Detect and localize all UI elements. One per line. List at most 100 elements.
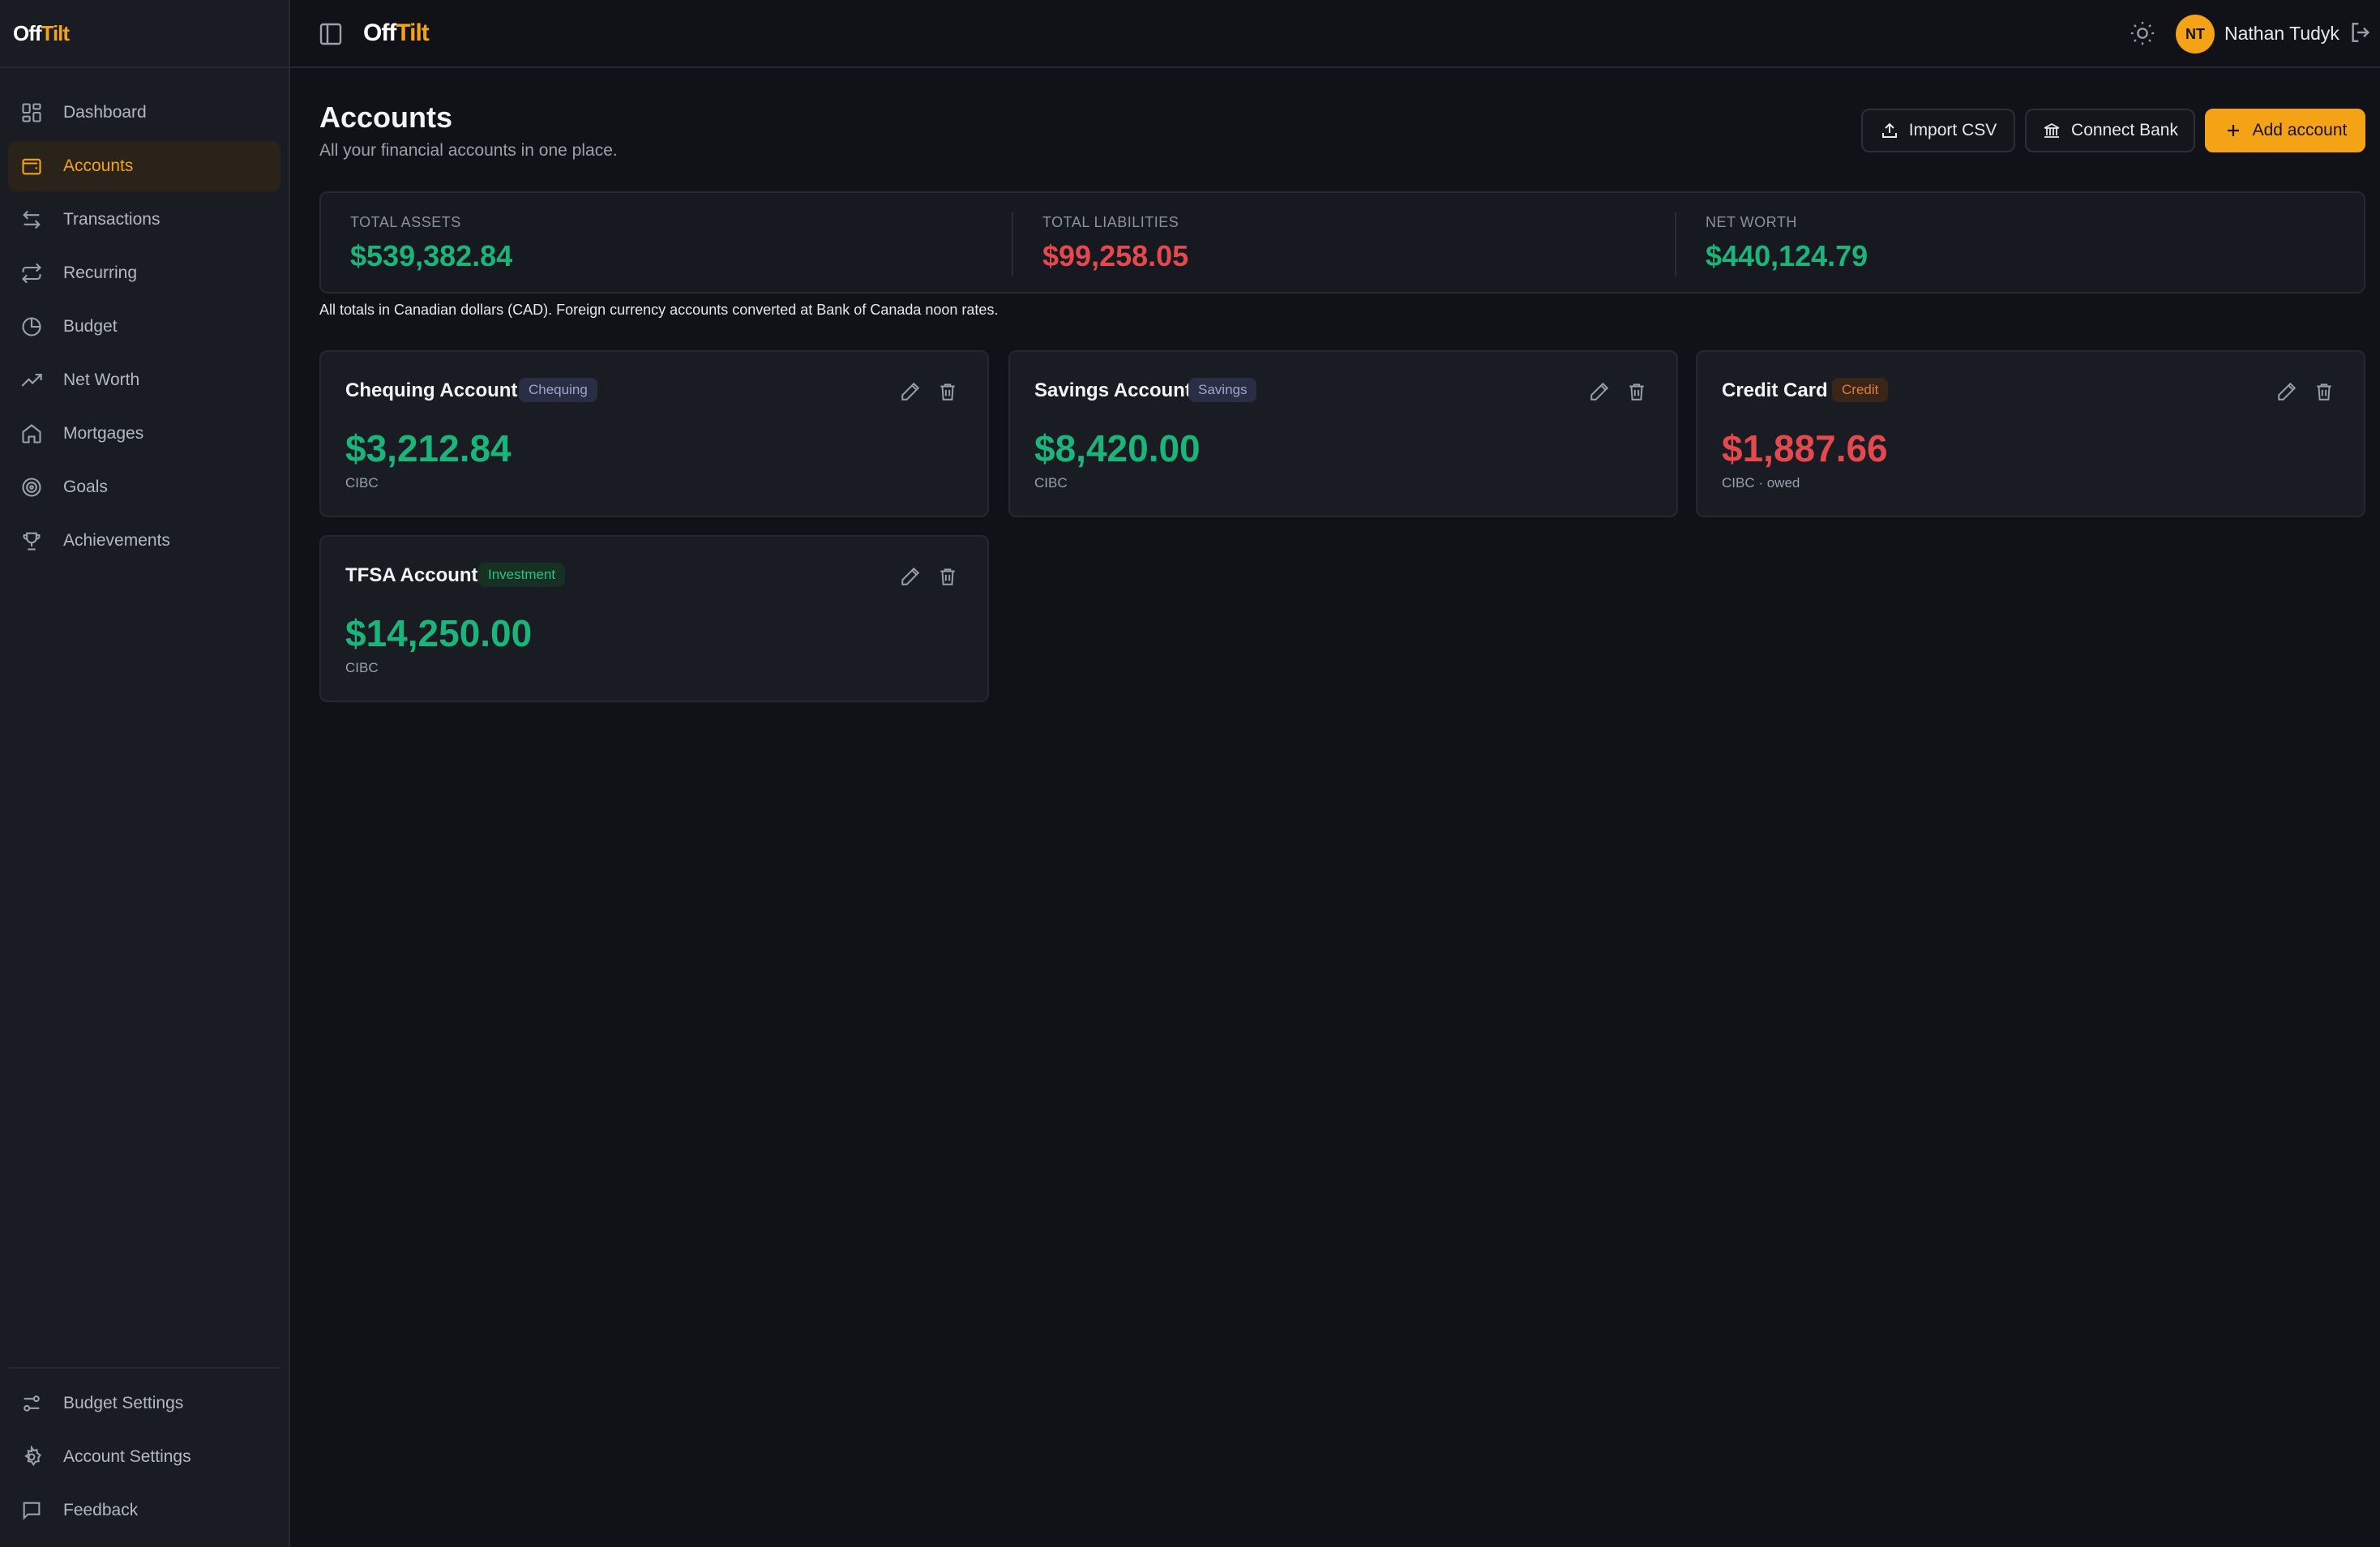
net-worth-value: $440,124.79	[1706, 239, 1868, 272]
edit-icon[interactable]	[900, 381, 921, 402]
total-liabilities-value: $99,258.05	[1042, 239, 1189, 272]
pie-chart-icon	[19, 315, 44, 339]
sidebar-item-label: Budget Settings	[63, 1394, 184, 1412]
sidebar-item-accounts[interactable]: Accounts	[8, 141, 280, 191]
sidebar: OffTilt Dashboard Accounts Transactions	[0, 0, 290, 1547]
account-balance: $1,887.66	[1722, 427, 1888, 469]
sidebar-item-goals[interactable]: Goals	[8, 462, 280, 512]
sidebar-divider	[0, 66, 289, 68]
sidebar-item-feedback[interactable]: Feedback	[8, 1485, 280, 1536]
sidebar-item-label: Dashboard	[63, 103, 147, 122]
wallet-icon	[19, 154, 44, 178]
sidebar-logo[interactable]: OffTilt	[13, 21, 71, 46]
connect-bank-button[interactable]: Connect Bank	[2025, 109, 2195, 152]
sidebar-item-dashboard[interactable]: Dashboard	[8, 88, 280, 138]
import-csv-button[interactable]: Import CSV	[1861, 109, 2015, 152]
currency-note: All totals in Canadian dollars (CAD). Fo…	[319, 302, 999, 318]
account-type-badge: Savings	[1188, 378, 1257, 402]
edit-icon[interactable]	[1589, 381, 1610, 402]
sidebar-item-label: Accounts	[63, 156, 134, 175]
summary-divider	[1675, 212, 1676, 276]
sidebar-item-label: Recurring	[63, 264, 138, 282]
message-icon	[19, 1498, 44, 1523]
sidebar-item-recurring[interactable]: Recurring	[8, 248, 280, 298]
sidebar-nav: Dashboard Accounts Transactions Recurrin…	[8, 88, 280, 569]
account-type-badge: Chequing	[519, 378, 597, 402]
gear-icon	[19, 1445, 44, 1469]
sidebar-item-label: Transactions	[63, 210, 161, 229]
page-subtitle: All your financial accounts in one place…	[319, 141, 618, 160]
account-institution: CIBC · owed	[1722, 475, 1800, 491]
sidebar-bottom-nav: Budget Settings Account Settings Feedbac…	[8, 1378, 280, 1539]
add-account-button[interactable]: Add account	[2205, 109, 2365, 152]
repeat-icon	[19, 261, 44, 285]
account-type-badge: Investment	[478, 563, 566, 587]
sidebar-item-label: Net Worth	[63, 371, 140, 389]
logout-icon[interactable]	[2348, 19, 2374, 45]
account-card-chequing[interactable]: Chequing Account Chequing $3,212.84 CIBC	[319, 350, 989, 517]
net-worth: NET WORTH $440,124.79	[1706, 214, 1868, 273]
sidebar-toggle-icon[interactable]	[318, 21, 344, 47]
account-card-credit[interactable]: Credit Card Credit $1,887.66 CIBC · owed	[1696, 350, 2365, 517]
total-liabilities: TOTAL LIABILITIES $99,258.05	[1042, 214, 1188, 273]
logo-part-1: Off	[13, 21, 42, 45]
edit-icon[interactable]	[2276, 381, 2297, 402]
sidebar-item-label: Goals	[63, 478, 108, 496]
edit-icon[interactable]	[900, 566, 921, 587]
net-worth-label: NET WORTH	[1706, 214, 1797, 230]
sun-icon[interactable]	[2129, 19, 2156, 47]
account-type-badge: Credit	[1832, 378, 1889, 402]
account-balance: $3,212.84	[345, 427, 512, 469]
account-institution: CIBC	[345, 660, 379, 675]
total-assets-value: $539,382.84	[350, 239, 513, 272]
header-logo[interactable]: OffTilt	[363, 19, 430, 47]
trending-up-icon	[19, 368, 44, 392]
total-liabilities-label: TOTAL LIABILITIES	[1042, 214, 1179, 230]
sidebar-item-transactions[interactable]: Transactions	[8, 195, 280, 245]
trash-icon[interactable]	[937, 381, 958, 402]
dashboard-icon	[19, 101, 44, 125]
sliders-icon	[19, 1391, 44, 1416]
sidebar-item-label: Achievements	[63, 531, 170, 550]
account-card-tfsa[interactable]: TFSA Account Investment $14,250.00 CIBC	[319, 535, 989, 702]
page-title: Accounts	[319, 101, 453, 134]
sidebar-item-label: Mortgages	[63, 424, 144, 443]
add-account-label: Add account	[2252, 121, 2348, 139]
import-csv-label: Import CSV	[1908, 121, 1997, 139]
home-icon	[19, 422, 44, 446]
sidebar-item-label: Budget	[63, 317, 118, 336]
avatar[interactable]: NT	[2176, 15, 2215, 54]
trash-icon[interactable]	[2314, 381, 2335, 402]
account-name: Chequing Account	[345, 379, 518, 401]
trash-icon[interactable]	[937, 566, 958, 587]
account-balance: $8,420.00	[1034, 427, 1201, 469]
logo-part-2: Tilt	[41, 21, 71, 45]
upload-icon	[1880, 121, 1899, 140]
bank-icon	[2042, 121, 2061, 140]
account-balance: $14,250.00	[345, 612, 533, 654]
account-name: TFSA Account	[345, 564, 478, 586]
logo-part-2: Tilt	[396, 19, 429, 46]
totals-summary: TOTAL ASSETS $539,382.84 TOTAL LIABILITI…	[319, 191, 2365, 294]
sidebar-divider	[8, 1367, 280, 1369]
logo-part-1: Off	[363, 19, 396, 46]
plus-icon	[2224, 121, 2243, 140]
summary-divider	[1012, 212, 1013, 276]
sidebar-item-account-settings[interactable]: Account Settings	[8, 1432, 280, 1482]
sidebar-item-mortgages[interactable]: Mortgages	[8, 409, 280, 459]
user-name[interactable]: Nathan Tudyk	[2224, 23, 2339, 45]
sidebar-item-budget[interactable]: Budget	[8, 302, 280, 352]
total-assets-label: TOTAL ASSETS	[350, 214, 461, 230]
arrows-left-right-icon	[19, 208, 44, 232]
sidebar-item-net-worth[interactable]: Net Worth	[8, 355, 280, 405]
account-name: Savings Account	[1034, 379, 1192, 401]
trash-icon[interactable]	[1626, 381, 1647, 402]
connect-bank-label: Connect Bank	[2071, 121, 2178, 139]
sidebar-item-achievements[interactable]: Achievements	[8, 516, 280, 566]
sidebar-item-label: Account Settings	[63, 1447, 191, 1466]
account-institution: CIBC	[345, 475, 379, 491]
account-card-savings[interactable]: Savings Account Savings $8,420.00 CIBC	[1008, 350, 1678, 517]
top-bar: OffTilt NT Nathan Tudyk	[290, 0, 2380, 68]
sidebar-item-budget-settings[interactable]: Budget Settings	[8, 1378, 280, 1429]
account-name: Credit Card	[1722, 379, 1828, 401]
